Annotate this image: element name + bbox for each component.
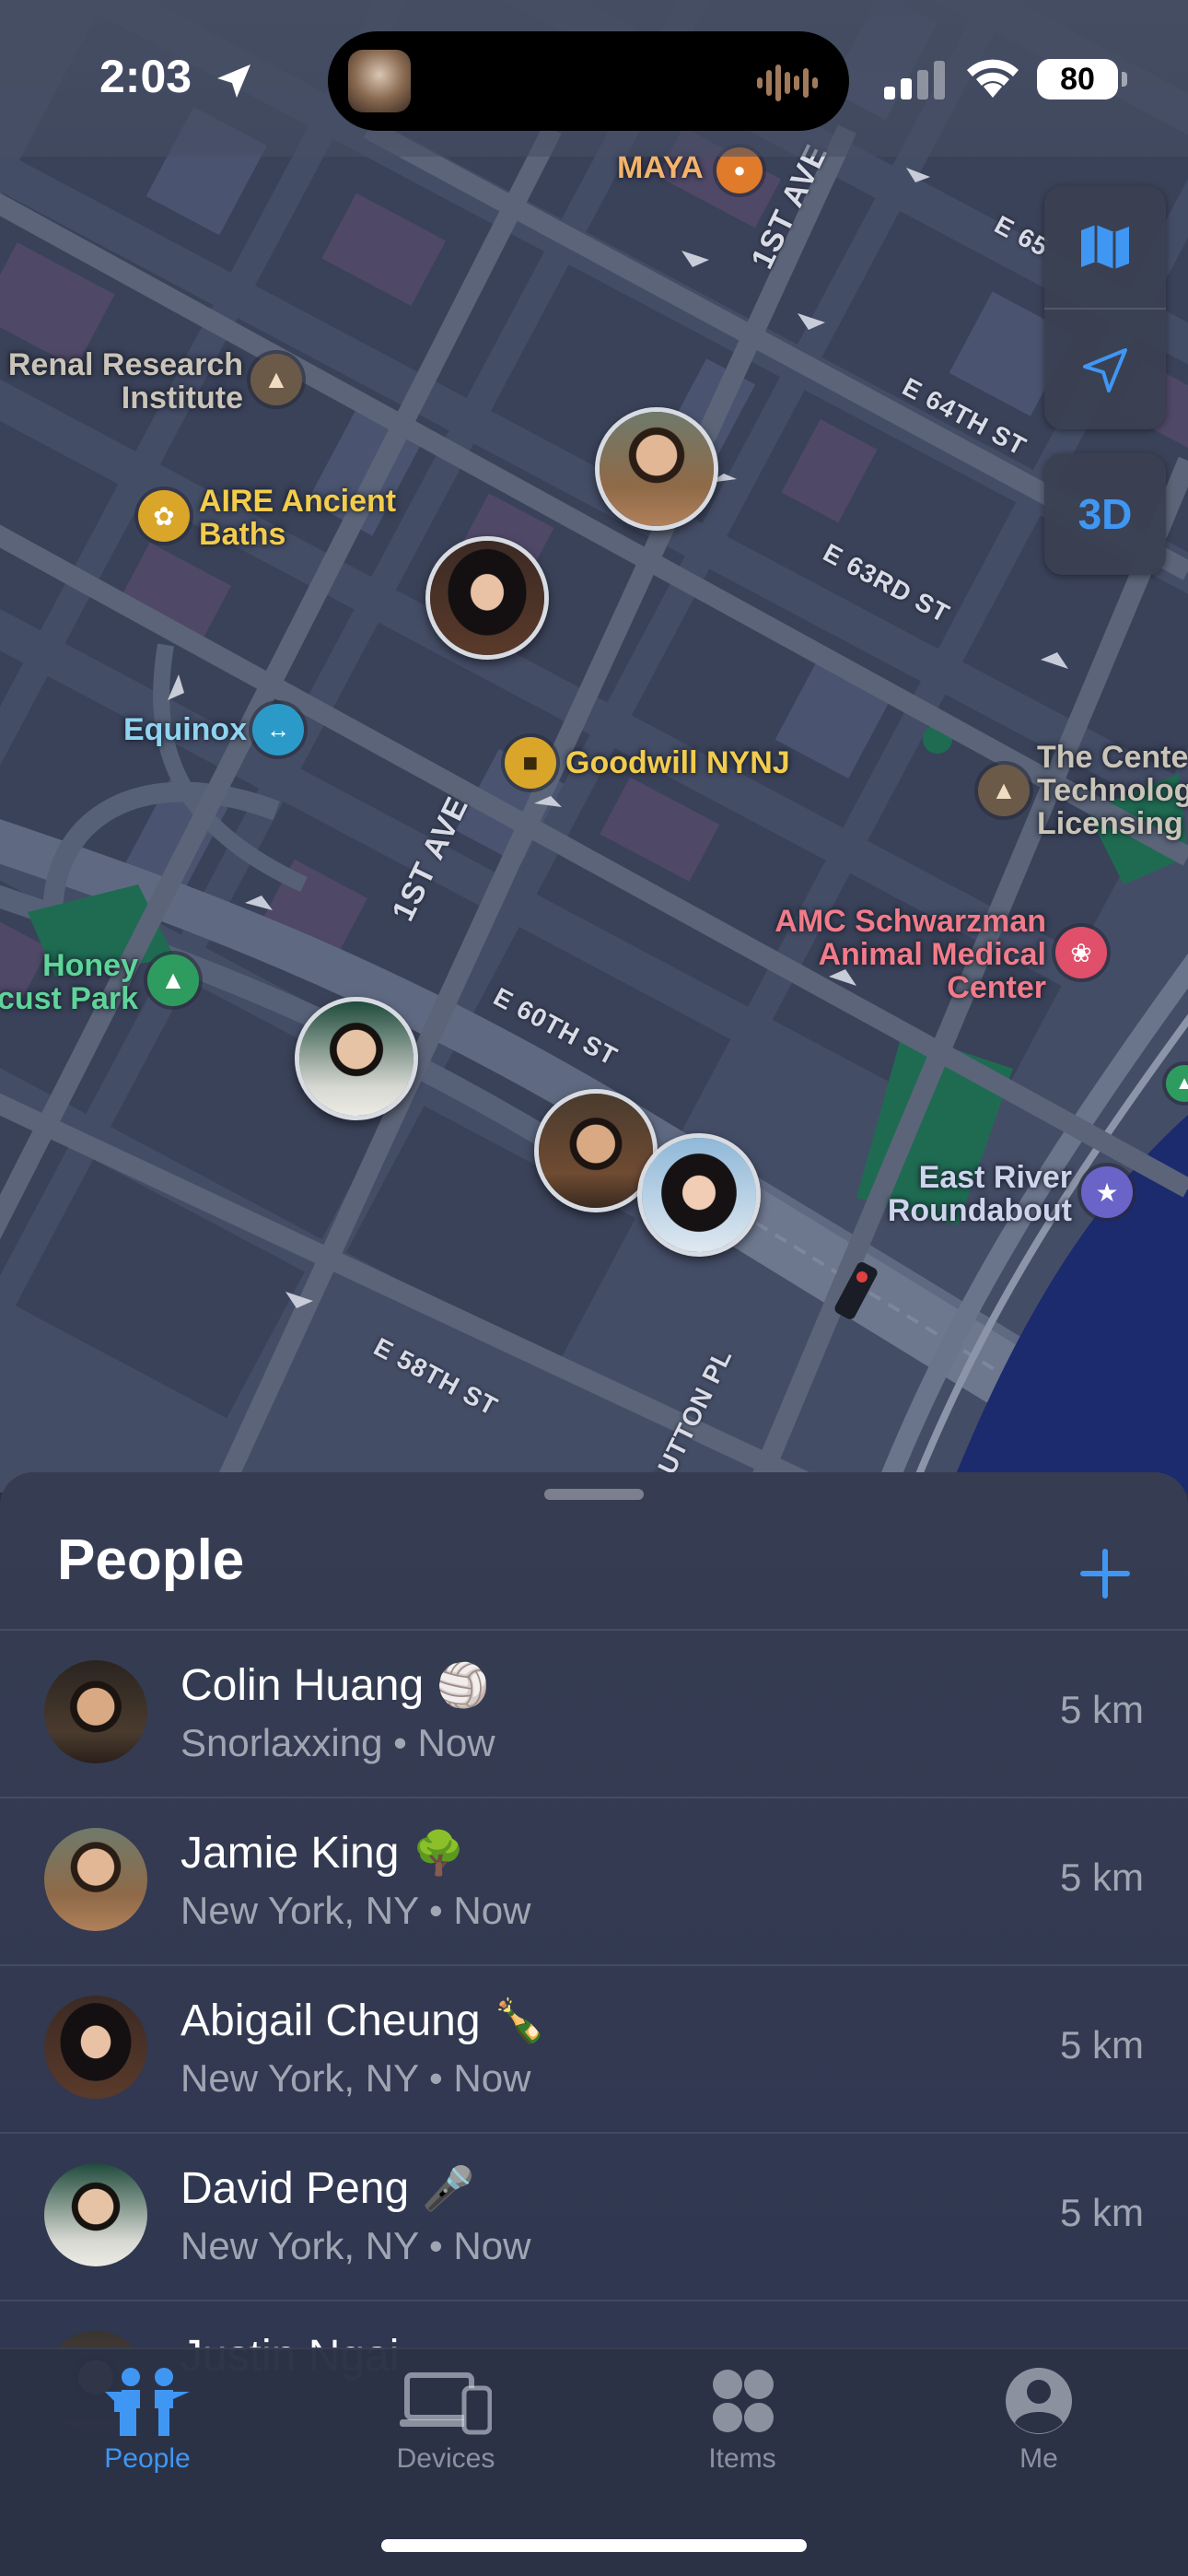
place-label-tech-center[interactable]: The Cente Technolog Licensing: [1037, 741, 1188, 840]
audio-waveform-icon: [757, 64, 818, 101]
place-label-amc[interactable]: AMC Schwarzman Animal Medical Center: [718, 905, 1046, 1004]
person-name: Jamie King 🌳: [181, 1828, 465, 1878]
avatar: [44, 1996, 147, 2099]
map-controls: [1044, 186, 1166, 429]
devices-icon: [400, 2372, 492, 2435]
tab-label: People: [104, 2443, 191, 2474]
person-name: David Peng 🎤: [181, 2163, 475, 2213]
now-playing-artwork: [348, 50, 411, 112]
star-landmark-icon[interactable]: ★: [1081, 1166, 1133, 1218]
friend-pin-jamie[interactable]: [595, 407, 718, 531]
person-row-jamie[interactable]: Jamie King 🌳 New York, NY • Now 5 km: [0, 1797, 1188, 1964]
3d-toggle-button[interactable]: 3D: [1044, 453, 1166, 575]
status-emoji: 🏐: [437, 1660, 490, 1710]
person-distance: 5 km: [1059, 2191, 1144, 2234]
items-icon: [713, 2370, 774, 2432]
sheet-grabber[interactable]: [544, 1489, 644, 1500]
status-time: 2:03: [99, 51, 192, 102]
tab-me[interactable]: Me: [947, 2364, 1131, 2502]
shopping-bag-icon[interactable]: ■: [505, 737, 556, 789]
person-location: New York, NY • Now: [181, 2224, 531, 2267]
avatar: [44, 2163, 147, 2266]
person-location: Snorlaxxing • Now: [181, 1721, 495, 1764]
fitness-icon[interactable]: ↔: [252, 704, 304, 755]
status-emoji: 🌳: [412, 1828, 465, 1878]
place-label-aire-baths[interactable]: AIRE Ancient Baths: [199, 485, 396, 551]
education-icon[interactable]: ▲: [250, 354, 302, 405]
spa-icon[interactable]: ✿: [138, 490, 190, 542]
person-distance: 5 km: [1059, 2023, 1144, 2067]
place-label-goodwill[interactable]: Goodwill NYNJ: [565, 746, 790, 779]
person-name: Colin Huang 🏐: [181, 1660, 490, 1710]
battery-tip: [1122, 72, 1127, 87]
tab-label: Me: [1019, 2443, 1058, 2474]
wifi-icon: [967, 59, 1019, 98]
location-services-icon: [217, 64, 250, 98]
tab-people[interactable]: People: [55, 2364, 239, 2502]
paw-icon[interactable]: ❀: [1055, 927, 1107, 978]
place-label-equinox[interactable]: Equinox: [123, 713, 247, 746]
person-distance: 5 km: [1059, 1688, 1144, 1731]
sheet-title: People: [57, 1528, 245, 1592]
person-row-abigail[interactable]: Abigail Cheung 🍾 New York, NY • Now 5 km: [0, 1964, 1188, 2132]
tab-label: Devices: [396, 2443, 495, 2474]
map-style-button[interactable]: [1044, 186, 1166, 308]
map-view[interactable]: 1ST AVE E 65 E 64TH ST E 63RD ST 1ST AVE…: [0, 0, 1188, 1493]
plus-icon: [1080, 1549, 1130, 1598]
person-location: New York, NY • Now: [181, 1889, 531, 1932]
home-indicator[interactable]: [381, 2539, 807, 2552]
person-distance: 5 km: [1059, 1856, 1144, 1899]
friend-pin-justin[interactable]: [637, 1133, 761, 1257]
tab-label: Items: [708, 2443, 776, 2474]
status-bar: 2:03 80: [0, 0, 1188, 157]
location-arrow-icon: [1083, 348, 1127, 392]
tab-items[interactable]: Items: [650, 2364, 834, 2502]
map-icon: [1081, 225, 1129, 269]
status-emoji: 🎤: [422, 2163, 475, 2213]
add-person-button[interactable]: [1068, 1537, 1142, 1610]
person-location: New York, NY • Now: [181, 2056, 531, 2100]
dynamic-island[interactable]: [328, 31, 849, 131]
people-icon: [105, 2368, 190, 2436]
place-label-honey-park[interactable]: Honey cust Park: [0, 949, 138, 1015]
avatar: [44, 1828, 147, 1931]
person-row-david[interactable]: David Peng 🎤 New York, NY • Now 5 km: [0, 2132, 1188, 2300]
friend-pin-david[interactable]: [295, 997, 418, 1120]
friend-pin-abigail[interactable]: [425, 536, 549, 660]
status-emoji: 🍾: [493, 1996, 546, 2045]
tab-devices[interactable]: Devices: [354, 2364, 538, 2502]
person-name: Abigail Cheung 🍾: [181, 1996, 546, 2045]
place-label-east-river[interactable]: East River Roundabout: [856, 1161, 1072, 1227]
battery-indicator: 80: [1037, 59, 1118, 100]
park-tree-icon[interactable]: ▲: [147, 954, 199, 1006]
cellular-signal-icon: [884, 61, 945, 100]
person-row-colin[interactable]: Colin Huang 🏐 Snorlaxxing • Now 5 km: [0, 1629, 1188, 1797]
person-circle-icon: [1006, 2368, 1072, 2434]
find-my-screen: 1ST AVE E 65 E 64TH ST E 63RD ST 1ST AVE…: [0, 0, 1188, 2576]
track-location-button[interactable]: [1044, 310, 1166, 431]
people-list: Colin Huang 🏐 Snorlaxxing • Now 5 km Jami…: [0, 1629, 1188, 2467]
avatar: [44, 1660, 147, 1763]
education-icon-2[interactable]: ▲: [978, 765, 1030, 816]
place-label-renal-research[interactable]: Renal Research Institute: [7, 348, 243, 415]
